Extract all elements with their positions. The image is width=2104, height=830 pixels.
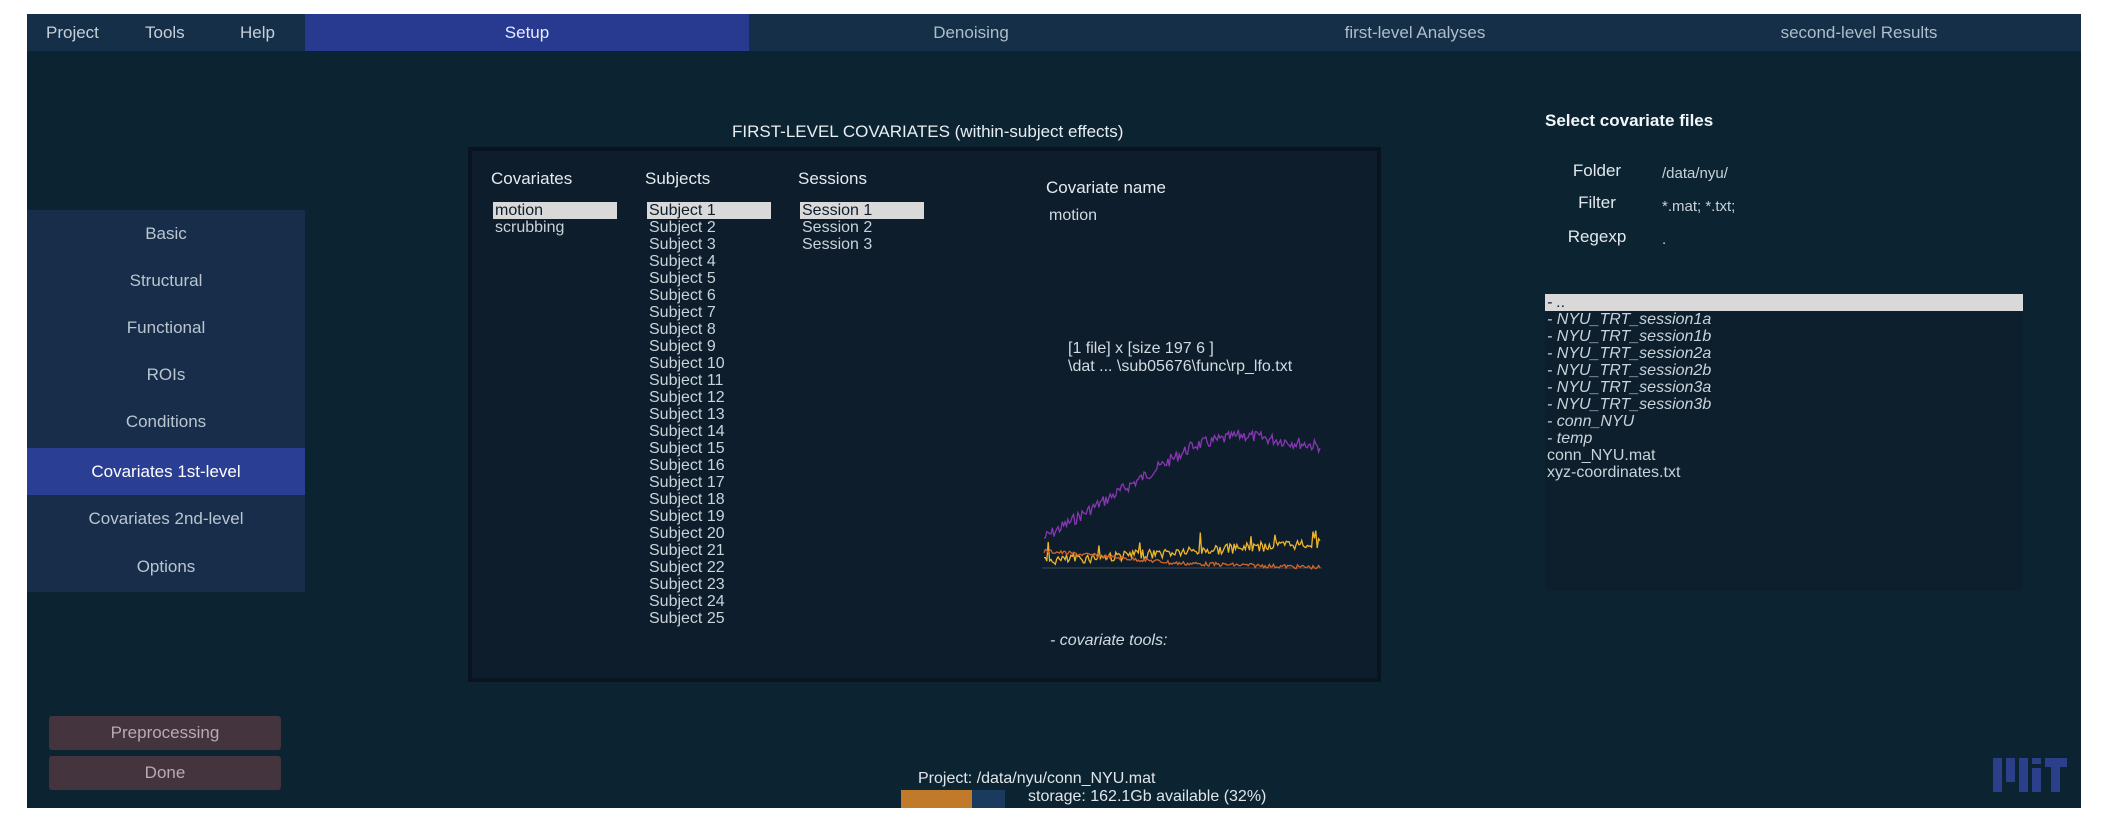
first-level-covariates-panel: Covariates Subjects Sessions motion scrub…	[468, 147, 1381, 682]
storage-used-fill	[901, 790, 972, 808]
covariate-list-item[interactable]: motion	[493, 202, 617, 219]
covariate-timeseries-plot	[1042, 428, 1322, 570]
subject-list-item[interactable]: Subject 13	[647, 406, 771, 423]
menu-tools[interactable]: Tools	[145, 14, 185, 51]
sidebar-item-conditions[interactable]: Conditions	[27, 398, 305, 445]
subject-list-item[interactable]: Subject 5	[647, 270, 771, 287]
tab-second-level-results[interactable]: second-level Results	[1637, 14, 2081, 51]
subject-list-item[interactable]: Subject 21	[647, 542, 771, 559]
sidebar-item-options[interactable]: Options	[27, 543, 305, 590]
filter-label: Filter	[1578, 193, 1616, 212]
subject-list-item[interactable]: Subject 7	[647, 304, 771, 321]
sessions-list[interactable]: Session 1 Session 2 Session 3	[800, 202, 924, 253]
mit-logo	[1993, 758, 2067, 792]
subjects-header: Subjects	[645, 169, 711, 188]
subject-list-item[interactable]: Subject 11	[647, 372, 771, 389]
subject-list-item[interactable]: Subject 19	[647, 508, 771, 525]
file-info-path: \dat ... \sub05676\func\rp_lfo.txt	[1068, 358, 1293, 375]
sidebar-item-rois[interactable]: ROIs	[27, 351, 305, 398]
tab-setup[interactable]: Setup	[305, 14, 749, 51]
conn-app-window: Project Tools Help Setup Denoising first…	[27, 14, 2081, 808]
subject-list-item[interactable]: Subject 6	[647, 287, 771, 304]
subject-list-item[interactable]: Subject 1	[647, 202, 771, 219]
storage-status: storage: 162.1Gb available (32%)	[1028, 788, 1267, 805]
motion-trace-purple	[1044, 428, 1321, 539]
sessions-header: Sessions	[798, 169, 867, 188]
subject-list-item[interactable]: Subject 22	[647, 559, 771, 576]
session-list-item[interactable]: Session 1	[800, 202, 924, 219]
folder-label: Folder	[1572, 161, 1622, 180]
sidebar-item-structural[interactable]: Structural	[27, 257, 305, 304]
folder-list-item[interactable]: - NYU_TRT_session2a	[1545, 345, 2023, 362]
storage-bar	[901, 790, 1005, 808]
subject-list-item[interactable]: Subject 15	[647, 440, 771, 457]
file-browser-title: Select covariate files	[1545, 111, 1714, 130]
done-button[interactable]: Done	[49, 756, 281, 790]
file-list[interactable]: - .. - NYU_TRT_session1a - NYU_TRT_session…	[1545, 294, 2023, 591]
project-path: Project: /data/nyu/conn_NYU.mat	[918, 770, 1156, 787]
folder-list-item[interactable]: - NYU_TRT_session1a	[1545, 311, 2023, 328]
subject-list-item[interactable]: Subject 3	[647, 236, 771, 253]
subject-list-item[interactable]: Subject 23	[647, 576, 771, 593]
covariate-name-label: Covariate name	[1046, 178, 1167, 197]
folder-field[interactable]: /data/nyu/	[1662, 165, 1728, 182]
subject-list-item[interactable]: Subject 4	[647, 253, 771, 270]
subject-list-item[interactable]: Subject 16	[647, 457, 771, 474]
subject-list-item[interactable]: Subject 9	[647, 338, 771, 355]
regexp-field[interactable]: .	[1662, 231, 1666, 248]
filter-field[interactable]: *.mat; *.txt;	[1662, 198, 1735, 215]
subject-list-item[interactable]: Subject 14	[647, 423, 771, 440]
subject-list-item[interactable]: Subject 10	[647, 355, 771, 372]
covariates-list[interactable]: motion scrubbing	[493, 202, 617, 236]
sidebar-item-basic[interactable]: Basic	[27, 210, 305, 257]
session-list-item[interactable]: Session 3	[800, 236, 924, 253]
file-list-item[interactable]: conn_NYU.mat	[1545, 447, 2023, 464]
folder-list-item[interactable]: - ..	[1545, 294, 2023, 311]
session-list-item[interactable]: Session 2	[800, 219, 924, 236]
covariate-tools-dropdown[interactable]: - covariate tools:	[1050, 632, 1167, 650]
subject-list-item[interactable]: Subject 20	[647, 525, 771, 542]
regexp-label: Regexp	[1567, 227, 1627, 246]
setup-sidebar: Basic Structural Functional ROIs Conditi…	[27, 210, 305, 592]
subject-list-item[interactable]: Subject 2	[647, 219, 771, 236]
folder-list-item[interactable]: - NYU_TRT_session1b	[1545, 328, 2023, 345]
menu-project[interactable]: Project	[46, 14, 99, 51]
covariate-name-field[interactable]: motion	[1049, 207, 1097, 225]
folder-list-item[interactable]: - temp	[1545, 430, 2023, 447]
sidebar-item-functional[interactable]: Functional	[27, 304, 305, 351]
panel-title: FIRST-LEVEL COVARIATES (within-subject e…	[732, 122, 1124, 141]
preprocessing-button[interactable]: Preprocessing	[49, 716, 281, 750]
subject-list-item[interactable]: Subject 25	[647, 610, 771, 627]
folder-list-item[interactable]: - NYU_TRT_session3b	[1545, 396, 2023, 413]
file-list-item[interactable]: xyz-coordinates.txt	[1545, 464, 2023, 481]
sidebar-item-covariates-1st-level[interactable]: Covariates 1st-level	[27, 448, 305, 495]
subjects-list[interactable]: Subject 1 Subject 2 Subject 3 Subject 4 Subj…	[647, 202, 771, 627]
subject-list-item[interactable]: Subject 12	[647, 389, 771, 406]
folder-list-item[interactable]: - conn_NYU	[1545, 413, 2023, 430]
subject-list-item[interactable]: Subject 8	[647, 321, 771, 338]
sidebar-item-covariates-2nd-level[interactable]: Covariates 2nd-level	[27, 495, 305, 542]
subject-list-item[interactable]: Subject 24	[647, 593, 771, 610]
motion-trace-yellow	[1043, 530, 1321, 566]
tab-denoising[interactable]: Denoising	[749, 14, 1193, 51]
subject-list-item[interactable]: Subject 17	[647, 474, 771, 491]
subject-list-item[interactable]: Subject 18	[647, 491, 771, 508]
tab-first-level-analyses[interactable]: first-level Analyses	[1193, 14, 1637, 51]
folder-list-item[interactable]: - NYU_TRT_session2b	[1545, 362, 2023, 379]
file-info-size: [1 file] x [size 197 6 ]	[1068, 340, 1214, 357]
top-menu-bar: Project Tools Help Setup Denoising first…	[27, 14, 2081, 51]
menu-help[interactable]: Help	[240, 14, 275, 51]
covariate-list-item[interactable]: scrubbing	[493, 219, 617, 236]
folder-list-item[interactable]: - NYU_TRT_session3a	[1545, 379, 2023, 396]
covariates-header: Covariates	[491, 169, 573, 188]
